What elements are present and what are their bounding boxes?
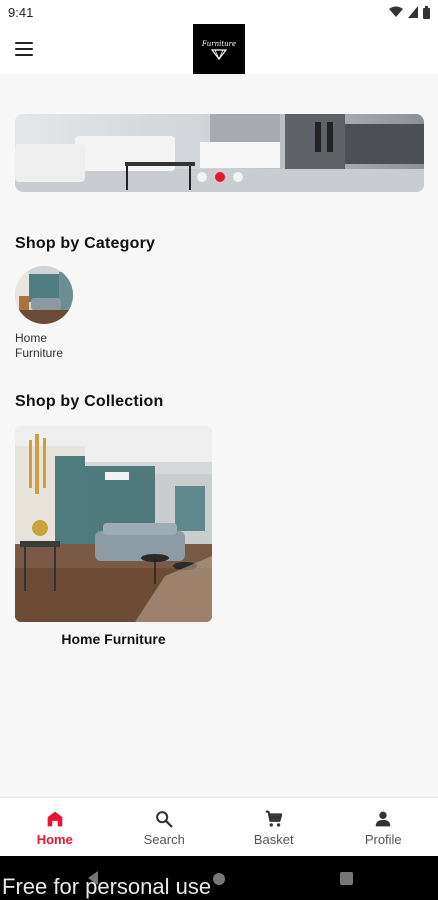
collection-thumbnail (15, 426, 212, 622)
nav-item-profile[interactable]: Profile (329, 798, 438, 856)
nav-label-basket: Basket (253, 831, 294, 847)
nav-item-home[interactable]: Home (0, 798, 110, 856)
collection-item-home-furniture[interactable]: Home Furniture (15, 426, 212, 647)
category-item-home-furniture[interactable]: Home Furniture (15, 266, 85, 361)
wifi-icon (389, 6, 403, 17)
nav-label-search: Search (143, 831, 185, 847)
person-icon (375, 811, 391, 826)
cart-icon (265, 810, 283, 827)
status-time: 9:41 (8, 4, 34, 20)
search-icon (156, 810, 173, 827)
category-label: Home Furniture (15, 331, 64, 360)
recent-apps-icon[interactable] (340, 872, 353, 885)
battery-icon (423, 5, 430, 19)
collection-label: Home Furniture (61, 631, 166, 647)
carousel-dot-active[interactable] (214, 172, 225, 182)
bottom-navigation: Home Search Basket Profile (0, 797, 438, 856)
signal-icon (408, 6, 418, 18)
svg-text:Furniture: Furniture (201, 40, 236, 48)
category-thumbnail (15, 266, 73, 324)
nav-label-profile: Profile (364, 831, 402, 847)
carousel-dots (15, 172, 424, 182)
brand-logo[interactable]: Furniture (193, 24, 245, 74)
logo-mark: Furniture (201, 40, 236, 60)
banner-carousel[interactable] (15, 114, 424, 192)
status-icons (389, 5, 430, 19)
menu-icon[interactable] (14, 40, 34, 58)
nav-item-search[interactable]: Search (110, 798, 220, 856)
nav-label-home: Home (36, 831, 73, 847)
watermark: Free for personal use (2, 874, 212, 899)
carousel-dot[interactable] (232, 172, 243, 182)
carousel-dot[interactable] (196, 172, 207, 182)
nav-item-basket[interactable]: Basket (219, 798, 329, 856)
collection-section-title: Shop by Collection (15, 393, 164, 410)
category-section-title: Shop by Category (15, 235, 156, 252)
app-bar: Furniture (0, 24, 438, 74)
home-button-icon[interactable] (213, 873, 225, 885)
status-bar: 9:41 (0, 0, 438, 24)
home-icon (47, 811, 63, 826)
